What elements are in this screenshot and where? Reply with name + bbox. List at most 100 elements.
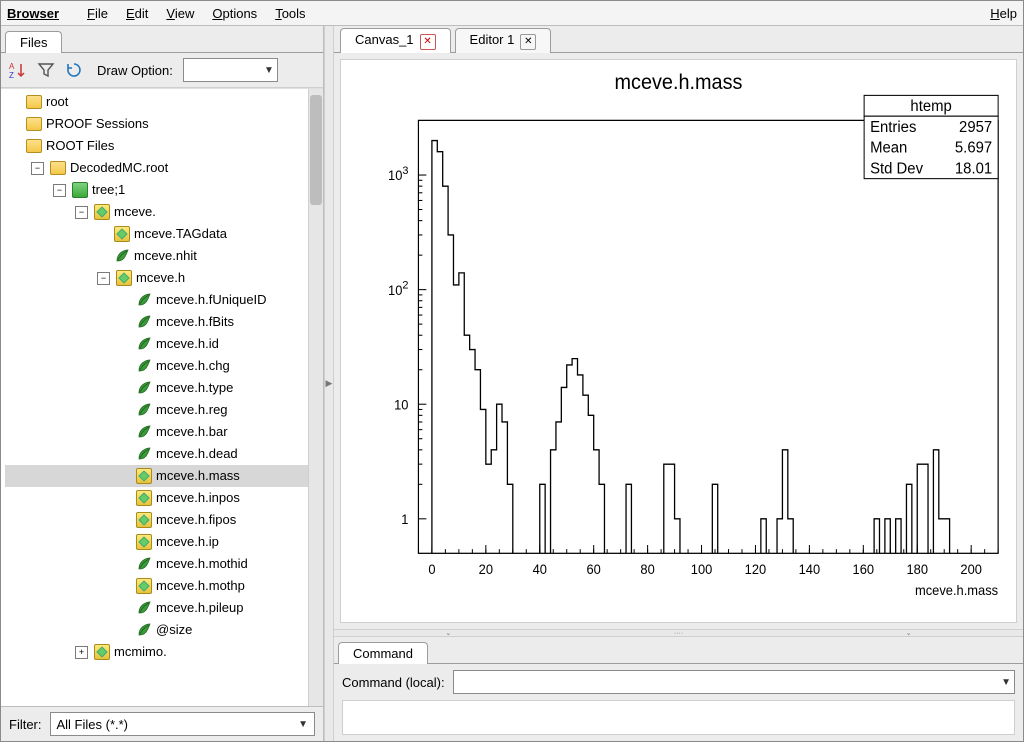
- tab-files[interactable]: Files: [5, 31, 62, 53]
- tree-node[interactable]: mceve.h.fipos: [5, 509, 308, 531]
- stats-box: htempEntries2957Mean5.697Std Dev18.01: [864, 95, 998, 178]
- menu-edit[interactable]: Edit: [126, 6, 148, 21]
- tree-vscrollbar[interactable]: [308, 89, 323, 706]
- tree-node[interactable]: root: [5, 91, 308, 113]
- tree-node-label: DecodedMC.root: [70, 157, 168, 179]
- refresh-icon[interactable]: [65, 61, 83, 79]
- chevron-down-icon: ▼: [264, 65, 274, 76]
- tree-node[interactable]: mceve.h.reg: [5, 399, 308, 421]
- tree-node[interactable]: ROOT Files: [5, 135, 308, 157]
- svg-text:2957: 2957: [959, 119, 992, 136]
- leaf-icon: [136, 336, 152, 352]
- tree-node[interactable]: mceve.h.inpos: [5, 487, 308, 509]
- draw-option-select[interactable]: ▼: [183, 58, 278, 82]
- tree-node[interactable]: mceve.h.fUniqueID: [5, 289, 308, 311]
- folder-icon: [26, 116, 42, 132]
- tree-node-label: mceve.h.mothid: [156, 553, 248, 575]
- svg-text:18.01: 18.01: [955, 160, 992, 177]
- collapse-icon[interactable]: −: [53, 184, 66, 197]
- leaf-icon: [136, 292, 152, 308]
- branch-icon: [114, 226, 130, 242]
- tree-node[interactable]: PROOF Sessions: [5, 113, 308, 135]
- svg-text:0: 0: [428, 562, 435, 577]
- tree-node[interactable]: mceve.h.dead: [5, 443, 308, 465]
- tree-node[interactable]: mceve.h.pileup: [5, 597, 308, 619]
- tree-node-label: mceve.h.fUniqueID: [156, 289, 267, 311]
- tree-node[interactable]: mceve.h.mothp: [5, 575, 308, 597]
- tree-node[interactable]: mceve.nhit: [5, 245, 308, 267]
- tree-icon: [72, 182, 88, 198]
- svg-text:A: A: [9, 62, 15, 71]
- tree-node-label: mceve.h.pileup: [156, 597, 243, 619]
- menu-view[interactable]: View: [166, 6, 194, 21]
- folder-icon: [26, 94, 42, 110]
- vsplitter[interactable]: ▶: [324, 26, 334, 741]
- leaf-icon: [136, 380, 152, 396]
- tree-node[interactable]: − DecodedMC.root: [5, 157, 308, 179]
- draw-option-label: Draw Option:: [97, 63, 173, 78]
- file-tree[interactable]: rootPROOF SessionsROOT Files−DecodedMC.r…: [1, 89, 308, 706]
- svg-text:5.697: 5.697: [955, 139, 992, 156]
- leaf-icon: [114, 248, 130, 264]
- tree-node[interactable]: mceve.TAGdata: [5, 223, 308, 245]
- menu-browser[interactable]: Browser: [7, 6, 59, 21]
- tree-node-label: tree;1: [92, 179, 125, 201]
- tree-node[interactable]: mceve.h.fBits: [5, 311, 308, 333]
- tree-node-label: mceve.h: [136, 267, 185, 289]
- svg-text:200: 200: [960, 562, 982, 577]
- svg-text:120: 120: [745, 562, 767, 577]
- tab-command[interactable]: Command: [338, 642, 428, 664]
- command-input[interactable]: ▼: [453, 670, 1015, 694]
- tree-node[interactable]: mceve.h.mass: [5, 465, 308, 487]
- files-toolbar: AZ Draw Option: ▼: [1, 53, 323, 88]
- tree-node[interactable]: mceve.h.type: [5, 377, 308, 399]
- tree-node-label: mceve.h.reg: [156, 399, 228, 421]
- leaf-icon: [136, 446, 152, 462]
- svg-text:20: 20: [479, 562, 493, 577]
- filter-select[interactable]: All Files (*.*) ▼: [50, 712, 316, 736]
- tree-node-label: mceve.TAGdata: [134, 223, 227, 245]
- close-icon[interactable]: ✕: [520, 34, 536, 50]
- folder-icon: [26, 138, 42, 154]
- tree-node[interactable]: − mceve.h: [5, 267, 308, 289]
- tree-node[interactable]: mceve.h.mothid: [5, 553, 308, 575]
- tree-node[interactable]: +mcmimo.: [5, 641, 308, 663]
- menu-tools[interactable]: Tools: [275, 6, 305, 21]
- menu-help[interactable]: Help: [990, 6, 1017, 21]
- svg-text:Z: Z: [9, 71, 14, 79]
- rootfile-icon: [50, 160, 66, 176]
- tree-node-label: PROOF Sessions: [46, 113, 149, 135]
- svg-text:1: 1: [401, 512, 408, 527]
- command-output[interactable]: [342, 700, 1015, 735]
- filter-icon[interactable]: [37, 61, 55, 79]
- svg-text:140: 140: [799, 562, 821, 577]
- tree-node[interactable]: mceve.h.bar: [5, 421, 308, 443]
- collapse-icon[interactable]: −: [97, 272, 110, 285]
- command-panel: Command Command (local): ▼: [334, 637, 1023, 741]
- tab-editor-1[interactable]: Editor 1✕: [455, 28, 552, 53]
- collapse-icon[interactable]: −: [31, 162, 44, 175]
- tree-node[interactable]: −mceve.: [5, 201, 308, 223]
- leaf-icon: [136, 556, 152, 572]
- tree-node[interactable]: − tree;1: [5, 179, 308, 201]
- leaf-icon: [136, 622, 152, 638]
- tree-node-label: mceve.h.fBits: [156, 311, 234, 333]
- menu-options[interactable]: Options: [212, 6, 257, 21]
- sort-alpha-icon[interactable]: AZ: [9, 61, 27, 79]
- hsplitter[interactable]: ⌄····⌄: [334, 629, 1023, 637]
- tree-node[interactable]: mceve.h.ip: [5, 531, 308, 553]
- canvas-area[interactable]: mceve.h.mass0204060801001201401601802001…: [340, 59, 1017, 623]
- tree-node[interactable]: @size: [5, 619, 308, 641]
- close-icon[interactable]: ✕: [420, 34, 436, 50]
- branch-icon: [136, 578, 152, 594]
- chevron-down-icon: ▼: [1001, 677, 1011, 688]
- expand-icon[interactable]: +: [75, 646, 88, 659]
- tab-canvas_1[interactable]: Canvas_1✕: [340, 28, 451, 53]
- tree-node-label: mceve.h.type: [156, 377, 233, 399]
- tree-node-label: mceve.h.fipos: [156, 509, 236, 531]
- tree-node[interactable]: mceve.h.id: [5, 333, 308, 355]
- tree-node-label: mceve.h.mass: [156, 465, 240, 487]
- collapse-icon[interactable]: −: [75, 206, 88, 219]
- menu-file[interactable]: File: [87, 6, 108, 21]
- tree-node[interactable]: mceve.h.chg: [5, 355, 308, 377]
